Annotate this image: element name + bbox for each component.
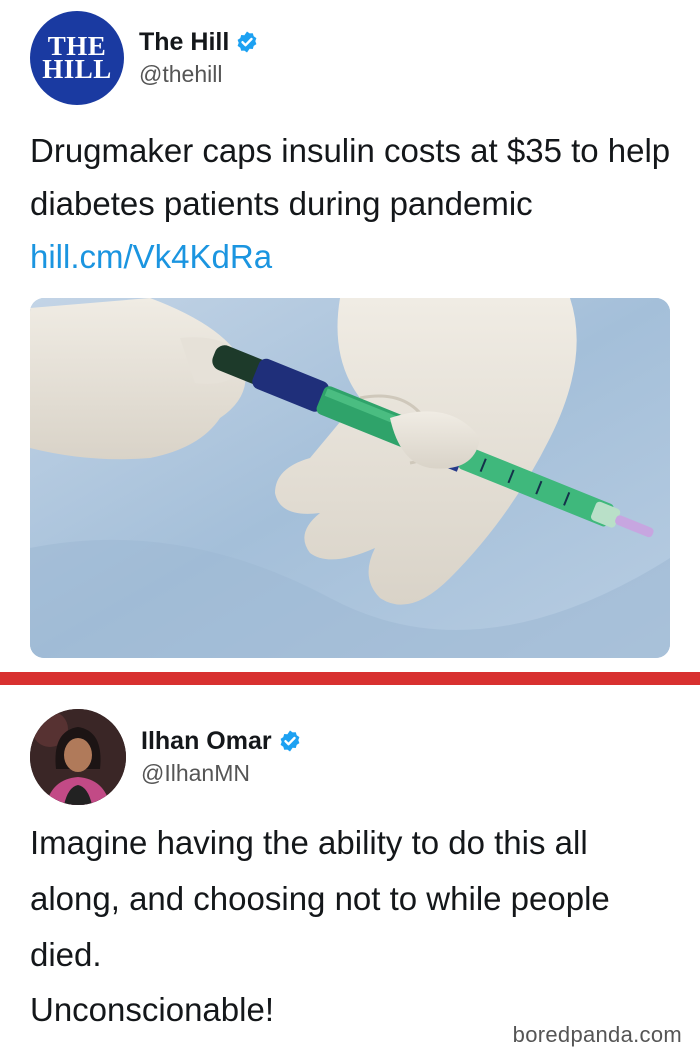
tweet-ilhan-omar[interactable]: Ilhan Omar @IlhanMN Imagine having the a… <box>0 685 700 1060</box>
author-names: The Hill @thehill <box>139 28 259 88</box>
display-name[interactable]: Ilhan Omar <box>141 727 272 756</box>
tweet-link[interactable]: hill.cm/Vk4KdRa <box>30 238 272 275</box>
display-name[interactable]: The Hill <box>139 28 229 57</box>
tweet-the-hill[interactable]: THE HILL The Hill @thehill Drugmaker cap… <box>0 0 700 672</box>
insulin-pen-photo-icon <box>30 298 670 658</box>
divider-bar <box>0 672 700 685</box>
profile-photo-icon <box>30 708 126 805</box>
handle[interactable]: @IlhanMN <box>141 760 302 787</box>
author-names: Ilhan Omar @IlhanMN <box>141 727 302 787</box>
tweet-body: Drugmaker caps insulin costs at $35 to h… <box>30 132 671 222</box>
tweet-header: Ilhan Omar @IlhanMN <box>30 708 302 805</box>
tweet-text: Imagine having the ability to do this al… <box>30 824 610 973</box>
watermark: boredpanda.com <box>512 1022 682 1047</box>
name-row: Ilhan Omar <box>141 727 302 756</box>
tweet-text: Drugmaker caps insulin costs at $35 to h… <box>30 124 680 283</box>
avatar-logo-line2: HILL <box>42 53 112 84</box>
verified-badge-icon <box>280 730 299 752</box>
tweet-media-image[interactable] <box>30 298 670 658</box>
name-row: The Hill <box>139 28 259 57</box>
verified-badge-icon <box>237 31 257 53</box>
handle[interactable]: @thehill <box>139 61 259 88</box>
tweet-header: THE HILL The Hill @thehill <box>30 10 259 105</box>
avatar[interactable] <box>30 708 126 805</box>
avatar[interactable]: THE HILL <box>30 10 124 105</box>
